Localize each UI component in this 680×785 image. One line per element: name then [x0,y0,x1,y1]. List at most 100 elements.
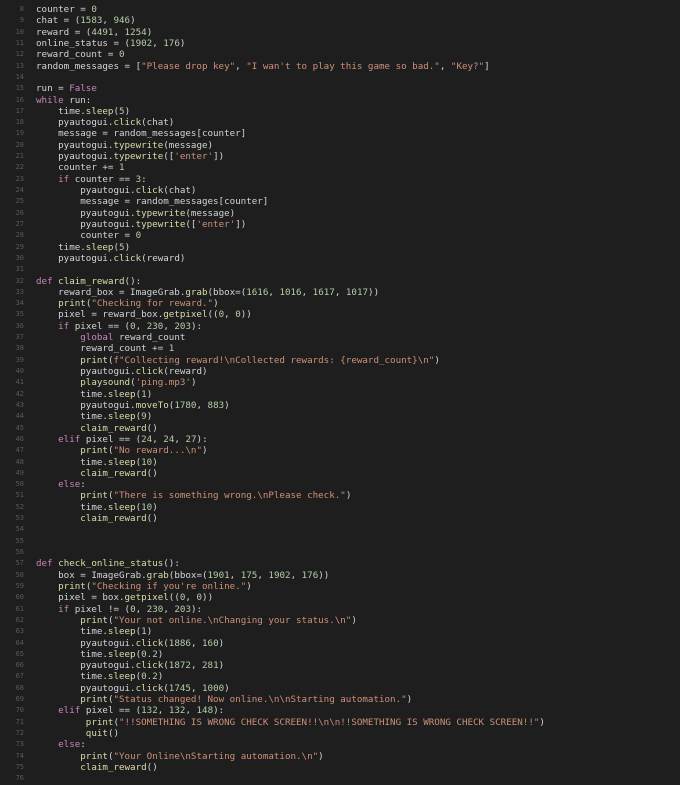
code-line[interactable]: print("There is something wrong.\nPlease… [36,490,676,501]
line-number: 40 [15,367,24,375]
code-line[interactable]: time.sleep(5) [36,242,676,253]
code-editor[interactable]: 8 9 10 11 12 13 14 15 16 17 18 19 20 21 22 23 24 25 26 27 28… [0,0,680,785]
code-line[interactable]: message = random_messages[counter] [36,196,676,207]
code-token: ): [196,433,208,445]
code-line[interactable]: reward_count = 0 [36,49,676,60]
code-token: ) [124,105,131,117]
code-line[interactable]: counter += 1 [36,162,676,173]
code-line[interactable]: elif pixel == (132, 132, 148): [36,705,676,716]
code-line[interactable]: time.sleep(5) [36,106,676,117]
code-token: quit [85,728,108,739]
code-line[interactable]: if counter == 3: [36,174,676,185]
code-line[interactable]: print("Checking for reward.") [36,298,676,309]
code-line[interactable]: else: [36,739,676,750]
code-token: ([ [163,151,175,163]
code-line[interactable]: pyautogui.click(chat) [36,117,676,128]
code-line[interactable]: time.sleep(1) [36,389,676,400]
code-line[interactable]: message = random_messages[counter] [36,128,676,139]
code-line[interactable] [36,72,676,83]
code-line[interactable]: counter = 0 [36,4,676,15]
code-line[interactable]: pyautogui.click(1872, 281) [36,660,676,671]
code-line[interactable]: if pixel != (0, 230, 203): [36,604,676,615]
code-line[interactable]: print("No reward...\n") [36,445,676,456]
code-line[interactable]: claim_reward() [36,468,676,479]
code-line[interactable]: online_status = (1902, 176) [36,38,676,49]
line-number: 34 [15,299,24,308]
code-line[interactable]: pyautogui.click(1886, 160) [36,638,676,649]
code-token: typewrite [135,218,186,230]
code-line[interactable] [36,773,676,784]
code-line[interactable]: pyautogui.typewrite(message) [36,208,676,219]
code-line[interactable]: else: [36,479,676,490]
code-line[interactable]: while run: [36,95,676,106]
code-line[interactable] [36,547,676,558]
code-line[interactable]: pyautogui.moveTo(1780, 883) [36,400,676,411]
code-token: reward_box = ImageGrab. [36,286,186,298]
code-line[interactable]: reward = (4491, 1254) [36,27,676,38]
code-token: grab [185,286,208,298]
code-line[interactable]: claim_reward() [36,423,676,434]
code-line[interactable]: print(f"Collecting reward!\nCollected re… [36,355,676,366]
code-line[interactable]: claim_reward() [36,513,676,524]
code-line[interactable]: time.sleep(0.2) [36,649,676,660]
code-line[interactable]: def claim_reward(): [36,276,676,287]
code-token: typewrite [113,139,164,151]
code-line[interactable]: time.sleep(9) [36,411,676,422]
code-line[interactable]: reward_count += 1 [36,343,676,354]
code-line[interactable]: time.sleep(10) [36,502,676,513]
code-line[interactable]: claim_reward() [36,762,676,773]
code-token: 'enter' [174,151,214,163]
code-token: , [196,399,208,411]
code-line[interactable]: print("Status changed! Now online.\n\nSt… [36,694,676,705]
code-line[interactable]: pyautogui.click(chat) [36,185,676,196]
code-token: (bbox=( [168,569,208,581]
code-line[interactable]: def check_online_status(): [36,558,676,569]
line-number: 29 [15,242,24,251]
code-token: chat = ( [36,15,81,27]
code-line[interactable] [36,536,676,547]
code-line[interactable]: pyautogui.click(reward) [36,253,676,264]
code-line[interactable]: random_messages = ["Please drop key", "I… [36,61,676,72]
code-line[interactable]: pixel = reward_box.getpixel((0, 0)) [36,309,676,320]
code-line[interactable]: print("!!SOMETHING IS WRONG CHECK SCREEN… [36,717,676,728]
code-line[interactable]: chat = (1583, 946) [36,15,676,26]
code-token: click [135,185,164,196]
code-line[interactable]: print("Your not online.\nChanging your s… [36,615,676,626]
code-token: global [80,332,114,344]
code-token: time. [36,105,86,117]
code-line[interactable]: print("Your Online\nStarting automation.… [36,751,676,762]
code-line[interactable]: pyautogui.click(1745, 1000) [36,683,676,694]
code-line[interactable]: reward_box = ImageGrab.grab(bbox=(1616, … [36,287,676,298]
code-line[interactable]: run = False [36,83,676,94]
code-line[interactable]: pyautogui.typewrite(message) [36,140,676,151]
code-line[interactable]: elif pixel == (24, 24, 27): [36,434,676,445]
code-token: , [334,286,346,298]
code-token: 1 [168,343,175,355]
code-line[interactable]: pyautogui.typewrite(['enter']) [36,219,676,230]
code-token: 'enter' [196,218,236,230]
code-line[interactable]: playsound('ping.mp3') [36,377,676,388]
code-line[interactable]: counter = 0 [36,230,676,241]
code-line[interactable]: pyautogui.typewrite(['enter']) [36,151,676,162]
code-line[interactable]: box = ImageGrab.grab(bbox=(1901, 175, 19… [36,570,676,581]
code-line[interactable]: pyautogui.click(reward) [36,366,676,377]
code-token: () [146,467,158,479]
code-line[interactable]: if pixel == (0, 230, 203): [36,321,676,332]
code-line[interactable]: time.sleep(10) [36,457,676,468]
code-token: pyautogui. [36,399,136,411]
code-line[interactable]: print("Checking if you're online.") [36,581,676,592]
code-line[interactable]: time.sleep(1) [36,626,676,637]
code-line[interactable]: global reward_count [36,332,676,343]
code-line[interactable]: pixel = box.getpixel((0, 0)) [36,592,676,603]
code-line[interactable]: time.sleep(0.2) [36,671,676,682]
code-token: ) [202,445,208,457]
line-number: 42 [15,389,24,398]
code-line[interactable] [36,524,676,535]
code-area[interactable]: counter = 0 chat = (1583, 946) reward = (4… [36,4,676,785]
line-number: 65 [15,649,24,658]
code-line[interactable] [36,264,676,275]
code-token: message = random_messages[counter] [36,196,269,208]
code-line[interactable]: quit() [36,728,676,739]
